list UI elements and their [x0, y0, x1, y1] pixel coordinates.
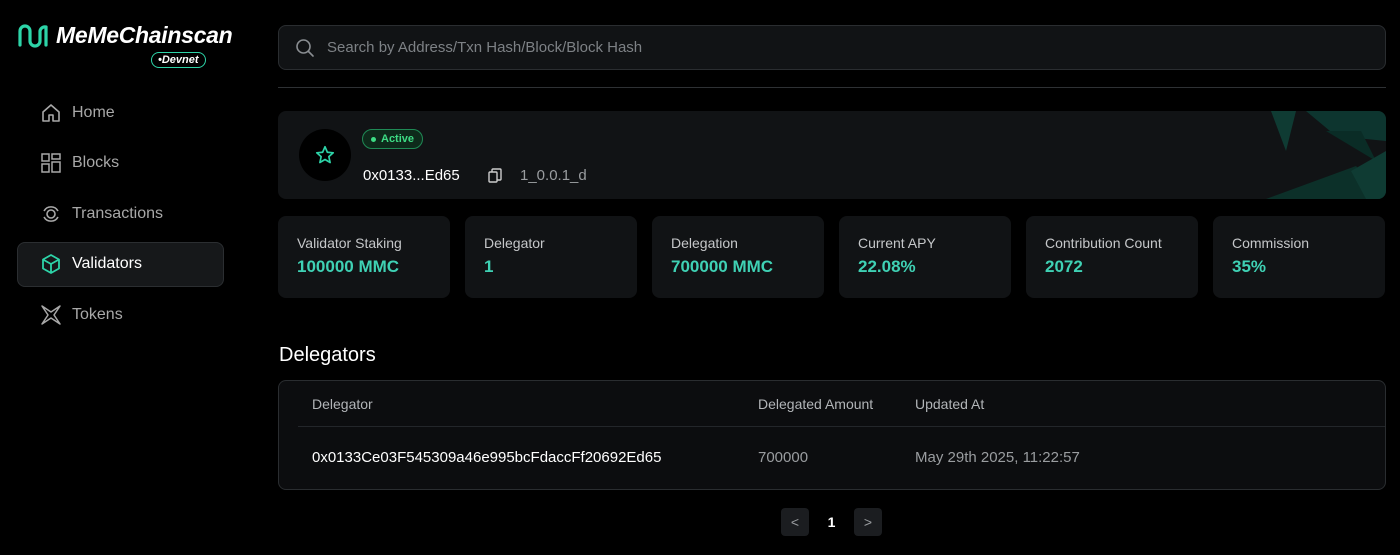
stat-value: 22.08% — [858, 257, 916, 276]
sidebar-item-validators[interactable]: Validators — [17, 241, 224, 287]
sidebar-item-transactions[interactable]: Transactions — [17, 191, 224, 236]
stat-card-commission: Commission 35% — [1213, 216, 1385, 298]
prev-page-button[interactable]: < — [781, 508, 809, 536]
logo[interactable]: MeMeChainscan — [16, 22, 233, 49]
stat-label: Current APY — [858, 235, 936, 251]
stat-card-contribution-count: Contribution Count 2072 — [1026, 216, 1198, 298]
sidebar-item-label: Blocks — [72, 154, 120, 171]
sidebar-item-label: Tokens — [72, 305, 123, 323]
logo-mark-icon — [18, 23, 48, 48]
cube-icon — [40, 253, 62, 275]
validator-version: 1_0.0.1_d — [520, 167, 587, 184]
pagination: < 1 > — [781, 508, 882, 536]
sidebar-item-tokens[interactable]: Tokens — [17, 292, 224, 337]
status-badge: Active — [362, 129, 424, 149]
home-icon — [40, 102, 62, 124]
sidebar-item-home[interactable]: Home — [17, 90, 224, 135]
network-badge: •Devnet — [151, 52, 206, 68]
stat-label: Validator Staking — [297, 235, 402, 251]
sidebar: MeMeChainscan •Devnet Home Blocks Transa… — [0, 0, 240, 555]
app-root: MeMeChainscan •Devnet Home Blocks Transa… — [0, 0, 1400, 555]
table-row: 0x0133Ce03F545309a46e995bcFdaccFf20692Ed… — [279, 427, 1385, 489]
column-header-updated: Updated At — [915, 396, 985, 412]
stat-value: 100000 MMC — [297, 257, 400, 276]
stat-label: Delegation — [671, 235, 738, 251]
brand-name: MeMeChainscan — [56, 22, 233, 48]
stat-value: 1 — [484, 257, 494, 276]
validator-avatar — [299, 129, 351, 181]
stat-card-delegation: Delegation 700000 MMC — [652, 216, 824, 298]
stat-label: Contribution Count — [1045, 235, 1162, 251]
stat-value: 700000 MMC — [671, 257, 774, 276]
search-icon — [296, 38, 314, 57]
stat-label: Commission — [1232, 235, 1310, 251]
sidebar-item-label: Home — [72, 103, 115, 121]
section-title-delegators: Delegators — [279, 344, 376, 366]
stats-row: Validator Staking 100000 MMC Delegator 1… — [278, 216, 1385, 298]
divider — [278, 87, 1386, 88]
delegator-address-link[interactable]: 0x0133Ce03F545309a46e995bcFdaccFf20692Ed… — [312, 449, 661, 466]
search-input[interactable] — [327, 39, 1227, 56]
stat-value: 35% — [1232, 257, 1267, 276]
stat-card-current-apy: Current APY 22.08% — [839, 216, 1011, 298]
stat-value: 2072 — [1045, 257, 1083, 276]
stat-card-validator-staking: Validator Staking 100000 MMC — [278, 216, 450, 298]
column-header-amount: Delegated Amount — [758, 396, 874, 412]
delegated-amount: 700000 — [758, 449, 809, 466]
sidebar-nav: Home Blocks Transactions Validators Toke… — [17, 90, 224, 343]
delegators-table: Delegator Delegated Amount Updated At 0x… — [278, 380, 1386, 490]
column-header-delegator: Delegator — [312, 396, 373, 412]
updated-at: May 29th 2025, 11:22:57 — [915, 449, 1080, 466]
next-page-button[interactable]: > — [854, 508, 882, 536]
table-header: Delegator Delegated Amount Updated At — [279, 381, 1385, 427]
star-icon — [315, 145, 335, 164]
validator-header-card: Active 0x0133...Ed65 1_0.0.1_d — [278, 111, 1386, 199]
stat-card-delegator: Delegator 1 — [465, 216, 637, 298]
sidebar-item-label: Validators — [72, 255, 142, 272]
blocks-grid-icon — [40, 152, 62, 174]
stat-label: Delegator — [484, 235, 545, 251]
decorative-pattern — [1266, 111, 1386, 199]
tokens-star-icon — [40, 304, 62, 326]
transactions-icon — [40, 203, 62, 225]
sidebar-item-label: Transactions — [72, 204, 163, 222]
copy-icon[interactable] — [488, 168, 502, 184]
sidebar-item-blocks[interactable]: Blocks — [17, 141, 224, 186]
search-bar — [278, 25, 1386, 70]
validator-address[interactable]: 0x0133...Ed65 — [363, 167, 460, 184]
page-number-current[interactable]: 1 — [809, 514, 854, 530]
